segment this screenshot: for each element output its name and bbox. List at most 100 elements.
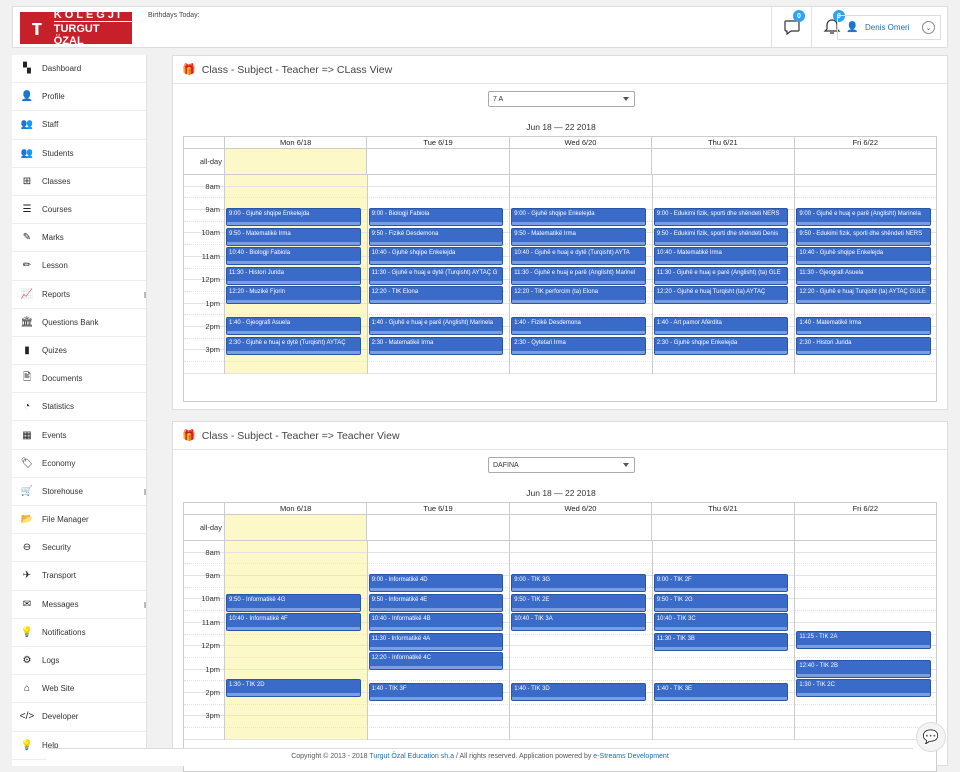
- sidebar-item-messages[interactable]: ✉ Messages: [12, 591, 146, 619]
- calendar-event[interactable]: 9:50 - Matematikë Irma: [226, 227, 361, 246]
- calendar-event[interactable]: 12:40 - TIK 2B: [796, 659, 931, 678]
- calendar-event[interactable]: 12:20 - Muzikë Fjorin: [226, 286, 361, 305]
- calendar-event[interactable]: 12:20 - TIK perforcim (ta) Elona: [511, 286, 646, 305]
- sidebar-item-documents[interactable]: 🖹 Documents: [12, 365, 146, 394]
- calendar-event[interactable]: 9:50 - Matematikë Irma: [511, 227, 646, 246]
- allday-cell[interactable]: [508, 149, 651, 174]
- calendar-event[interactable]: 12:20 - Gjuhë e huaj Turqisht (ta) AYTAÇ…: [796, 286, 931, 305]
- allday-cell[interactable]: [366, 149, 508, 174]
- calendar-event[interactable]: 1:40 - Gjuhë e huaj e parë (Anglisht) Ma…: [368, 317, 504, 336]
- calendar-event[interactable]: 1:30 - TIK 2D: [226, 679, 361, 698]
- calendar-event[interactable]: 2:30 - Qytetari Irma: [511, 336, 646, 355]
- calendar-event[interactable]: 10:40 - Gjuhë shqipe Enkelejda: [796, 247, 931, 266]
- calendar-event[interactable]: 9:00 - Edukimi fizik, sporti dhe shëndet…: [653, 208, 789, 227]
- sidebar-item-web-site[interactable]: ⌂ Web Site: [12, 675, 146, 704]
- sidebar-item-marks[interactable]: ✎ Marks: [12, 224, 146, 253]
- sidebar-item-statistics[interactable]: ◔ Statistics: [12, 393, 146, 422]
- footer-powered-link[interactable]: e-Streams Development: [593, 753, 668, 760]
- calendar-event[interactable]: 10:40 - Biologji Fabiola: [226, 247, 361, 266]
- calendar-event[interactable]: 9:50 - TIK 2E: [511, 593, 646, 612]
- calendar-event[interactable]: 9:00 - Informatikë 4D: [368, 574, 504, 593]
- calendar-event[interactable]: 9:50 - Edukimi fizik, sporti dhe shëndet…: [653, 227, 789, 246]
- calendar-event[interactable]: 11:30 - Gjuhë e huaj e parë (Anglisht) M…: [511, 266, 646, 285]
- sidebar-item-logs[interactable]: ⚙ Logs: [12, 647, 146, 676]
- calendar-event[interactable]: 10:40 - Gjuhë shqipe Enkelejda: [368, 247, 504, 266]
- calendar-event[interactable]: 9:50 - Informatikë 4E: [368, 593, 504, 612]
- calendar-event[interactable]: 10:40 - Informatikë 4B: [368, 613, 504, 632]
- sidebar-item-storehouse[interactable]: 🛒 Storehouse: [12, 478, 146, 506]
- sidebar-item-developer[interactable]: </> Developer: [12, 703, 146, 732]
- calendar-event[interactable]: 11:30 - Histori Jurida: [226, 266, 361, 285]
- allday-cell[interactable]: [223, 515, 367, 540]
- calendar-event[interactable]: 12:20 - Informatikë 4C: [368, 652, 504, 671]
- calendar-event[interactable]: 9:00 - TIK 3G: [511, 574, 646, 593]
- calendar-event[interactable]: 2:30 - Histori Jurida: [796, 336, 931, 355]
- calendar-event[interactable]: 9:50 - Fizikë Desdemona: [368, 227, 504, 246]
- calendar-event[interactable]: 10:40 - TIK 3A: [511, 613, 646, 632]
- sidebar-item-staff[interactable]: 👥 Staff: [12, 111, 146, 140]
- calendar-event[interactable]: 1:40 - TIK 3D: [511, 683, 646, 702]
- allday-cell[interactable]: [366, 515, 508, 540]
- calendar-event[interactable]: 2:30 - Gjuhë e huaj e dytë (Turqisht) AY…: [226, 336, 361, 355]
- calendar-event[interactable]: 1:40 - Fizikë Desdemona: [511, 317, 646, 336]
- sidebar-item-students[interactable]: 👥 Students: [12, 140, 146, 168]
- calendar-event[interactable]: 9:00 - Gjuhë shqipe Enkelejda: [226, 208, 361, 227]
- messages-button[interactable]: 0: [771, 7, 811, 47]
- sidebar-item-reports[interactable]: 📈 Reports: [12, 281, 146, 309]
- calendar-event[interactable]: 9:00 - Gjuhë e huaj e parë (Anglisht) Ma…: [796, 208, 931, 227]
- calendar-event[interactable]: 9:00 - Gjuhë shqipe Enkelejda: [511, 208, 646, 227]
- sidebar-item-transport[interactable]: ✈ Transport: [12, 562, 146, 591]
- allday-cell[interactable]: [793, 149, 936, 174]
- sidebar-item-profile[interactable]: 👤 Profile: [12, 83, 146, 112]
- calendar-event[interactable]: 11:30 - Gjeografi Asuela: [796, 266, 931, 285]
- calendar-event[interactable]: 9:50 - Edukimi fizik, sporti dhe shëndet…: [796, 227, 931, 246]
- calendar-event[interactable]: 1:40 - Matematikë Irma: [796, 317, 931, 336]
- calendar-event[interactable]: 1:40 - TIK 3E: [653, 683, 789, 702]
- allday-cell[interactable]: [793, 515, 936, 540]
- calendar-event[interactable]: 10:40 - Informatikë 4F: [226, 613, 361, 632]
- sidebar-item-classes[interactable]: ⊞ Classes: [12, 168, 146, 196]
- allday-cell[interactable]: [508, 515, 651, 540]
- allday-cell[interactable]: [651, 515, 793, 540]
- calendar-event[interactable]: 10:40 - Gjuhë e huaj e dytë (Turqisht) A…: [511, 247, 646, 266]
- calendar-event[interactable]: 12:20 - Gjuhë e huaj Turqisht (ta) AYTAÇ: [653, 286, 789, 305]
- sidebar-item-dashboard[interactable]: ▚ Dashboard: [12, 55, 146, 84]
- allday-cell[interactable]: [651, 149, 793, 174]
- footer-company-link[interactable]: Turgut Özal Education sh.a: [369, 753, 454, 760]
- sidebar-item-courses[interactable]: ☰ Courses: [12, 196, 146, 225]
- class-select[interactable]: 7 A: [488, 91, 635, 107]
- calendar-event[interactable]: 9:50 - TIK 2G: [653, 593, 789, 612]
- chat-widget-button[interactable]: 💬: [916, 722, 946, 752]
- calendar-event[interactable]: 11:30 - Gjuhë e huaj e dytë (Turqisht) A…: [368, 266, 504, 285]
- calendar-event[interactable]: 1:40 - TIK 3F: [368, 683, 504, 702]
- calendar-event[interactable]: 2:30 - Gjuhë shqipe Enkelejda: [653, 336, 789, 355]
- sidebar-item-security[interactable]: ⊖ Security: [12, 534, 146, 563]
- calendar-event[interactable]: 10:40 - TIK 3C: [653, 613, 789, 632]
- teacher-select[interactable]: DAFINA: [488, 457, 635, 473]
- calendar-event[interactable]: 9:50 - Informatikë 4G: [226, 593, 361, 612]
- calendar-event[interactable]: 12:20 - TIK Elona: [368, 286, 504, 305]
- user-menu[interactable]: 👤 Denis Omeri ⌄: [837, 15, 941, 40]
- calendar-event[interactable]: 1:40 - Art pamor Afërdita: [653, 317, 789, 336]
- calendar-event[interactable]: 9:00 - Biologji Fabiola: [368, 208, 504, 227]
- calendar-event[interactable]: 11:30 - Gjuhë e huaj e parë (Anglisht) (…: [653, 266, 789, 285]
- sidebar-item-questions-bank[interactable]: 🏛 Questions Bank: [12, 309, 146, 337]
- calendar-event[interactable]: 2:30 - Matematikë Irma: [368, 336, 504, 355]
- calendar-event[interactable]: 11:30 - Informatikë 4A: [368, 632, 504, 651]
- calendar-event[interactable]: 10:40 - Matematikë Irma: [653, 247, 789, 266]
- calendar-event[interactable]: 11:30 - TIK 3B: [653, 632, 789, 651]
- calendar-event[interactable]: 9:00 - TIK 2F: [653, 574, 789, 593]
- school-logo[interactable]: ᴛ KOLEGJI TURGUT ÖZAL: [20, 9, 132, 47]
- sidebar-item-quizes[interactable]: ▮ Quizes: [12, 337, 146, 366]
- sidebar-item-economy[interactable]: 🏷 Economy: [12, 450, 146, 478]
- calendar-event[interactable]: 1:30 - TIK 2C: [796, 679, 931, 698]
- bulb-icon: 💡: [20, 626, 34, 638]
- sidebar-item-file-manager[interactable]: 📂 File Manager: [12, 506, 146, 535]
- calendar-event[interactable]: 11:25 - TIK 2A: [796, 630, 931, 649]
- chevron-down-icon[interactable]: ⌄: [922, 21, 935, 34]
- calendar-event[interactable]: 1:40 - Gjeografi Asuela: [226, 317, 361, 336]
- sidebar-item-lesson[interactable]: ✏ Lesson: [12, 252, 146, 281]
- sidebar-item-events[interactable]: ▦ Events: [12, 421, 146, 450]
- allday-cell[interactable]: [223, 149, 367, 174]
- sidebar-item-notifications[interactable]: 💡 Notifications: [12, 619, 146, 647]
